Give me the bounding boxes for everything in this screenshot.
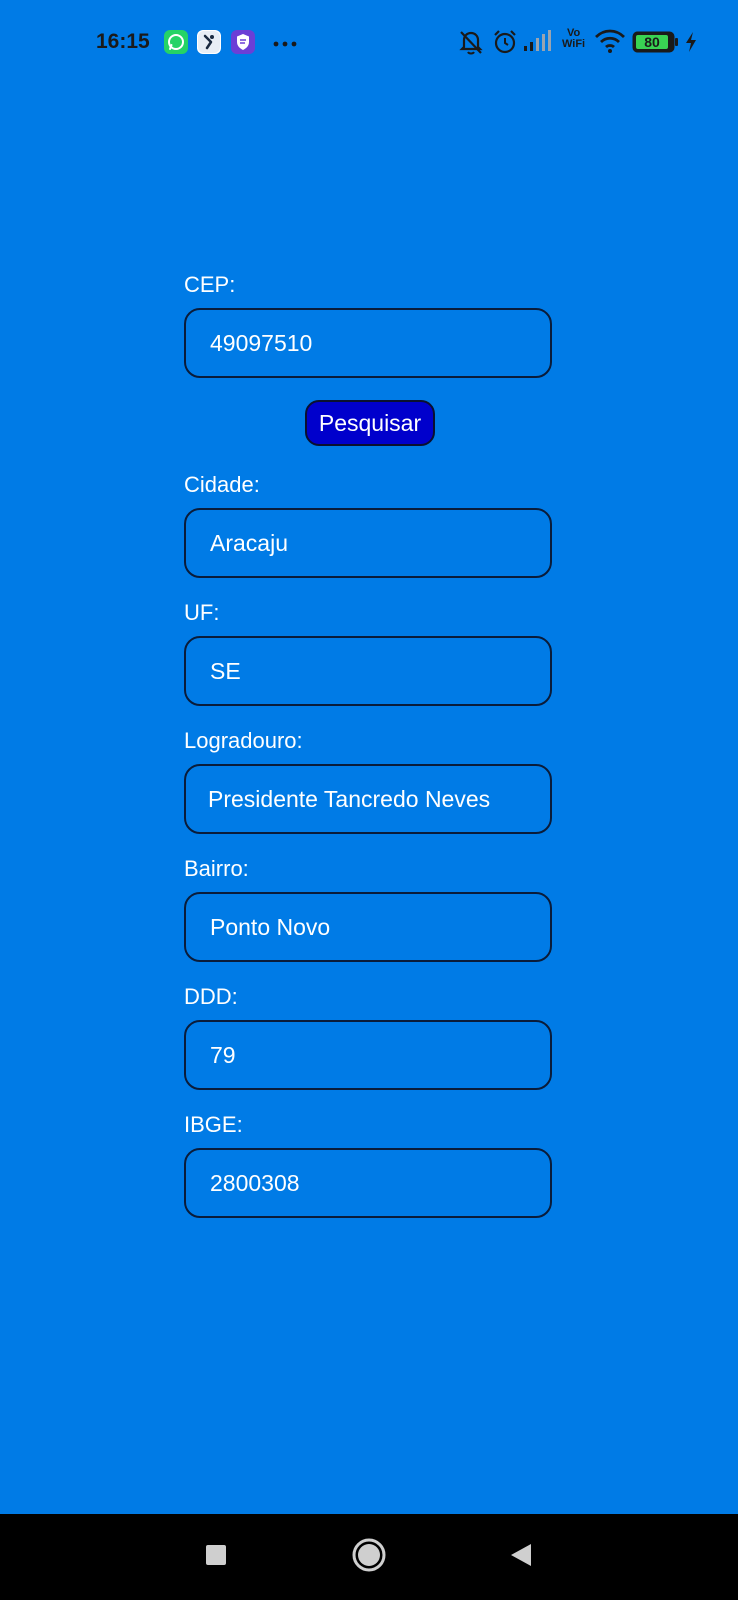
status-bar: 16:15 Vo WiFi 80 [0,0,738,86]
home-button[interactable] [348,1514,390,1600]
battery-icon: 80 [632,30,680,58]
uf-label: UF: [184,600,220,625]
logradouro-label: Logradouro: [184,728,303,753]
wifi-icon [594,28,626,58]
status-time: 16:15 [96,30,150,53]
battery-level: 80 [644,34,660,50]
recents-icon [205,1544,227,1570]
app-icon [197,30,221,54]
recents-button[interactable] [196,1514,236,1600]
ddd-label: DDD: [184,984,238,1009]
alarm-icon [492,28,518,60]
bairro-label: Bairro: [184,856,249,881]
signal-icon [522,28,552,58]
cep-label: CEP: [184,272,236,297]
vpn-shield-icon [231,30,255,54]
ibge-input[interactable]: 2800308 [184,1148,552,1218]
more-icon [272,34,300,53]
ibge-label: IBGE: [184,1112,243,1137]
vowifi-icon: Vo WiFi [562,28,585,50]
whatsapp-icon [164,30,188,54]
vowifi-line2: WiFi [562,38,586,50]
charging-icon [684,31,698,57]
cidade-input[interactable]: Aracaju [184,508,552,578]
ddd-input[interactable]: 79 [184,1020,552,1090]
cidade-label: Cidade: [184,472,260,497]
cep-input[interactable]: 49097510 [184,308,552,378]
notifications-off-icon [458,28,484,60]
home-icon [351,1537,387,1577]
uf-input[interactable]: SE [184,636,552,706]
back-button[interactable] [504,1514,538,1600]
search-button[interactable]: Pesquisar [305,400,435,446]
bairro-input[interactable]: Ponto Novo [184,892,552,962]
back-icon [509,1542,533,1572]
navigation-bar [0,1514,738,1600]
logradouro-input[interactable]: Presidente Tancredo Neves [184,764,552,834]
